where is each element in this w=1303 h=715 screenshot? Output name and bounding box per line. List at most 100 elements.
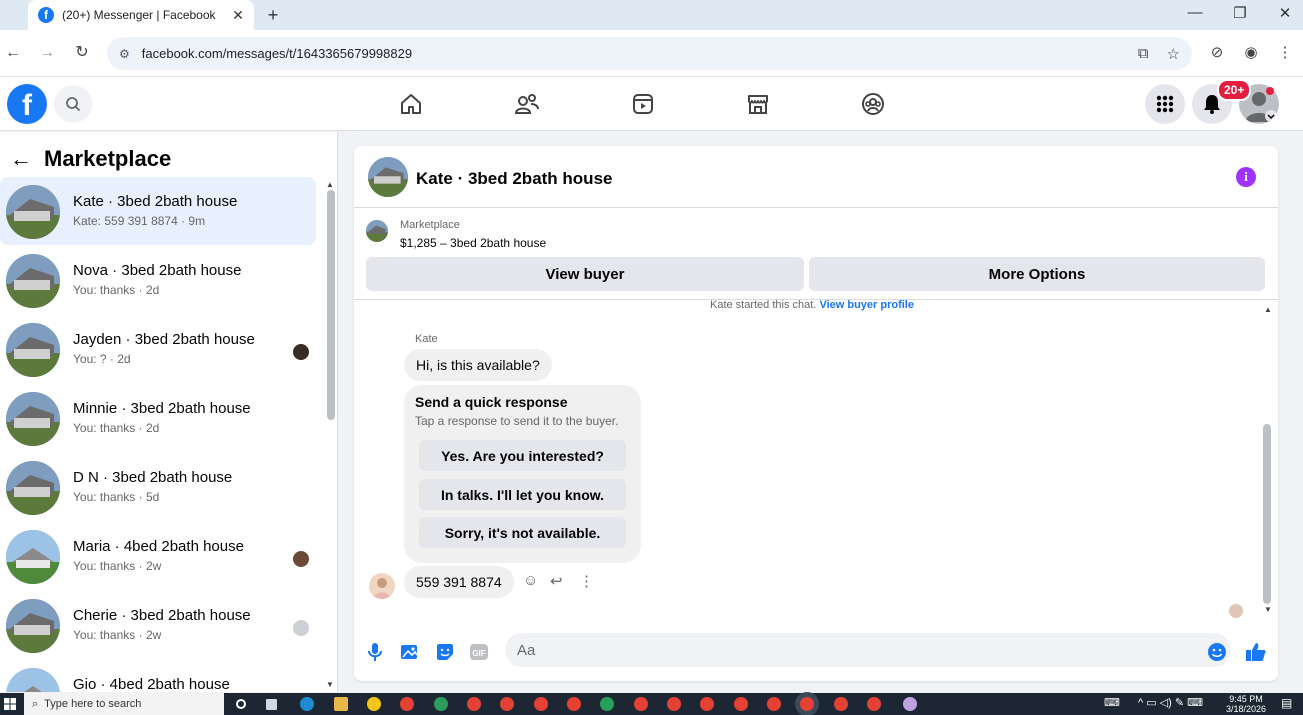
task-view-icon[interactable]	[266, 699, 277, 710]
scroll-down-arrow-icon[interactable]: ▼	[326, 680, 334, 689]
sender-avatar[interactable]	[369, 573, 395, 599]
conversation-item[interactable]: Kate · 3bed 2bath house Kate: 559 391 88…	[0, 177, 316, 245]
facebook-logo[interactable]: f	[7, 84, 47, 124]
react-emoji-icon[interactable]: ☺	[523, 572, 538, 589]
quick-response-button[interactable]: Yes. Are you interested?	[419, 440, 626, 471]
listing-price-title[interactable]: $1,285 – 3bed 2bath house	[400, 236, 546, 250]
quick-response-button[interactable]: In talks. I'll let you know.	[419, 479, 626, 510]
chat-title[interactable]: Kate · 3bed 2bath house	[416, 169, 612, 189]
address-bar[interactable]: ⚙ facebook.com/messages/t/16433656799988…	[107, 37, 1192, 70]
app-icon[interactable]	[903, 697, 917, 711]
app-icon[interactable]	[367, 697, 381, 711]
notification-center-icon[interactable]: ▤	[1281, 696, 1292, 710]
reload-icon[interactable]: ↻	[71, 42, 93, 64]
conversation-item[interactable]: Nova · 3bed 2bath house You: thanks · 2d	[0, 246, 316, 314]
facebook-search-button[interactable]	[54, 85, 92, 123]
chrome-icon[interactable]	[434, 697, 448, 711]
chrome-icon[interactable]	[467, 697, 481, 711]
listing-thumbnail	[6, 668, 60, 692]
windows-start-icon[interactable]	[4, 698, 16, 710]
extension-icon[interactable]: ⊘	[1207, 43, 1227, 61]
conversation-item[interactable]: Minnie · 3bed 2bath house You: thanks · …	[0, 384, 316, 452]
chrome-icon[interactable]	[600, 697, 614, 711]
profile-icon[interactable]: ◉	[1241, 43, 1261, 61]
friends-nav-button[interactable]	[512, 89, 542, 119]
chrome-icon[interactable]	[567, 697, 581, 711]
back-icon[interactable]: ←	[2, 42, 24, 64]
conversation-item[interactable]: Gio · 4bed 2bath house	[0, 660, 316, 692]
message-input[interactable]: Aa	[505, 633, 1231, 667]
emoji-button[interactable]	[1206, 641, 1228, 663]
info-icon[interactable]: i	[1236, 167, 1256, 187]
sticker-button[interactable]	[434, 641, 456, 663]
taskbar-clock[interactable]: 9:45 PM 3/18/2026	[1226, 694, 1266, 714]
taskbar-search[interactable]: ⌕ Type here to search	[24, 693, 224, 715]
listing-thumbnail[interactable]	[368, 157, 408, 197]
home-nav-button[interactable]	[396, 89, 426, 119]
chrome-icon[interactable]	[500, 697, 514, 711]
quick-response-button[interactable]: Sorry, it's not available.	[419, 517, 626, 548]
microphone-button[interactable]	[364, 641, 386, 663]
forward-icon[interactable]: →	[36, 42, 58, 64]
chrome-icon[interactable]	[800, 697, 814, 711]
chrome-icon[interactable]	[734, 697, 748, 711]
chrome-icon[interactable]	[700, 697, 714, 711]
listing-thumbnail	[6, 599, 60, 653]
read-receipt-avatar	[1229, 604, 1243, 618]
file-explorer-icon[interactable]	[334, 697, 348, 711]
chrome-icon[interactable]	[634, 697, 648, 711]
groups-nav-button[interactable]	[858, 89, 888, 119]
chrome-icon[interactable]	[400, 697, 414, 711]
conversation-name: Jayden · 3bed 2bath house	[73, 331, 255, 348]
chat-panel: Kate · 3bed 2bath house i Marketplace $1…	[354, 146, 1278, 681]
tab-title: (20+) Messenger | Facebook	[62, 8, 216, 22]
chrome-icon[interactable]	[767, 697, 781, 711]
minimize-icon[interactable]: —	[1180, 4, 1210, 21]
more-options-button[interactable]: More Options	[809, 257, 1265, 291]
chrome-icon[interactable]	[867, 697, 881, 711]
chat-scroll-down-icon[interactable]: ▼	[1264, 605, 1272, 614]
chat-scroll-up-icon[interactable]: ▲	[1264, 305, 1272, 314]
conversation-item[interactable]: Jayden · 3bed 2bath house You: ? · 2d	[0, 315, 316, 383]
chrome-icon[interactable]	[667, 697, 681, 711]
window-close-icon[interactable]: ✕	[1270, 4, 1300, 22]
reply-icon[interactable]: ↩	[550, 572, 563, 590]
conversation-name: Cherie · 3bed 2bath house	[73, 607, 251, 624]
menu-button[interactable]	[1145, 84, 1185, 124]
video-nav-button[interactable]	[628, 89, 658, 119]
system-tray-icons[interactable]: ^ ▭ ◁) ✎ ⌨	[1138, 696, 1203, 709]
url-text[interactable]: facebook.com/messages/t/1643365679998829	[142, 46, 1120, 61]
chrome-icon[interactable]	[834, 697, 848, 711]
message-bubble[interactable]: Hi, is this available?	[404, 349, 552, 381]
edge-icon[interactable]	[300, 697, 314, 711]
scroll-up-arrow-icon[interactable]: ▲	[326, 180, 334, 189]
chat-scrollbar[interactable]	[1263, 424, 1271, 604]
message-bubble[interactable]: 559 391 8874	[404, 566, 514, 598]
conversation-item[interactable]: Cherie · 3bed 2bath house You: thanks · …	[0, 591, 316, 659]
chrome-menu-icon[interactable]: ⋮	[1275, 43, 1295, 61]
search-icon: ⌕	[32, 697, 39, 710]
close-tab-icon[interactable]: ✕	[230, 7, 246, 24]
site-info-icon[interactable]: ⚙	[119, 47, 130, 61]
browser-tab[interactable]: f (20+) Messenger | Facebook ✕	[28, 0, 254, 30]
conversation-item[interactable]: D N · 3bed 2bath house You: thanks · 5d	[0, 453, 316, 521]
bookmark-star-icon[interactable]: ☆	[1167, 45, 1180, 63]
gif-button[interactable]: GIF	[468, 641, 490, 663]
attach-photo-button[interactable]	[399, 641, 421, 663]
install-app-icon[interactable]: ⧉	[1138, 45, 1149, 62]
conversation-item[interactable]: Maria · 4bed 2bath house You: thanks · 2…	[0, 522, 316, 590]
account-alert-dot	[1266, 87, 1274, 95]
keyboard-icon[interactable]: ⌨	[1104, 696, 1120, 709]
conversation-list-scrollbar[interactable]	[327, 190, 335, 420]
chrome-icon[interactable]	[534, 697, 548, 711]
maximize-icon[interactable]: ❐	[1225, 4, 1255, 22]
view-buyer-button[interactable]: View buyer	[366, 257, 804, 291]
new-tab-button[interactable]: +	[262, 4, 284, 26]
cortana-icon[interactable]	[236, 699, 246, 709]
more-actions-icon[interactable]: ⋮	[579, 572, 594, 590]
marketplace-nav-button[interactable]	[743, 89, 773, 119]
marketplace-label: Marketplace	[400, 219, 460, 231]
view-buyer-profile-link[interactable]: View buyer profile	[819, 299, 914, 311]
like-button[interactable]	[1245, 641, 1267, 663]
back-arrow-icon[interactable]: ←	[10, 146, 32, 172]
